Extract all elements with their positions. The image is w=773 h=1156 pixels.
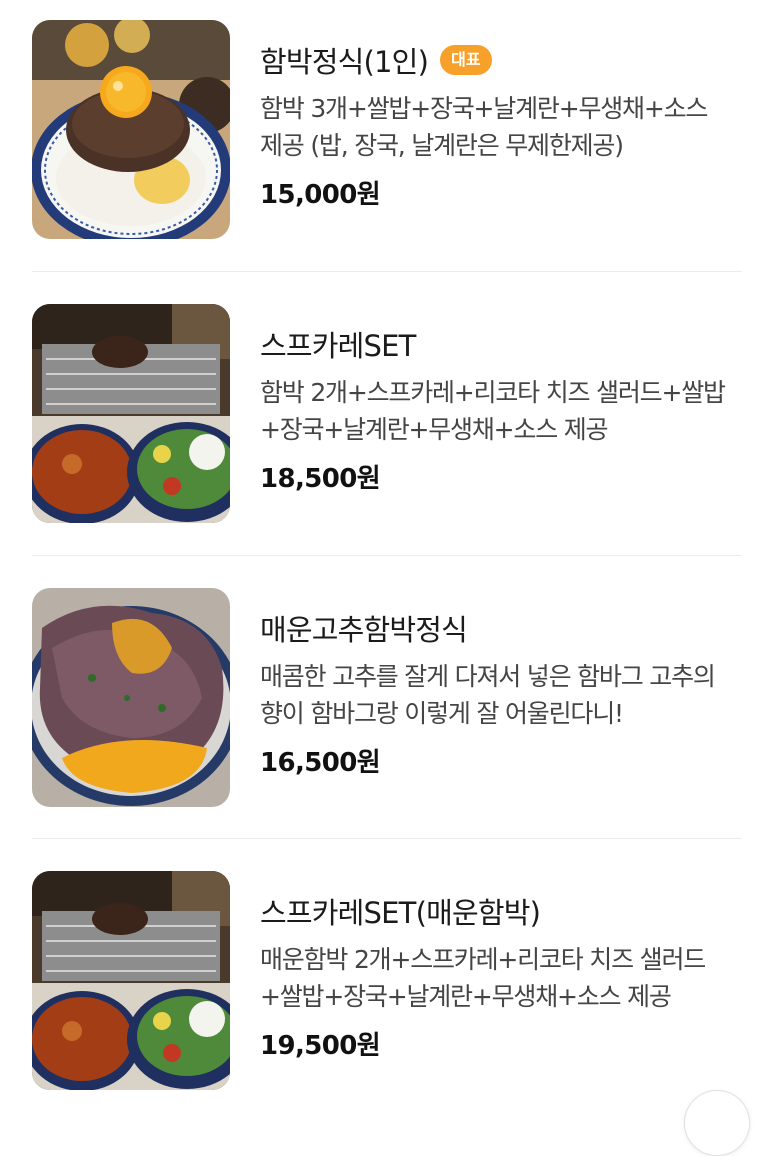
menu-item-name: 매운고추함박정식 — [260, 613, 468, 647]
menu-item-price: 15,000원 — [260, 180, 381, 210]
menu-item-name: 스프카레SET — [260, 329, 416, 363]
menu-item-name: 함박정식(1인) — [260, 45, 429, 79]
menu-item-name: 스프카레SET(매운함박) — [260, 896, 541, 930]
menu-item-photo[interactable] — [32, 871, 230, 1090]
menu-item-description: 매콤한 고추를 잘게 다져서 넣은 함바그 고추의 향이 함바그랑 이렇게 잘 … — [260, 662, 716, 728]
menu-item-soup-curry-set-spicy[interactable]: 스프카레SET(매운함박) 매운함박 2개+스프카레+리코타 치즈 샐러드+쌀밥… — [32, 871, 742, 1091]
menu-item-hamburg-set[interactable]: 함박정식(1인) 대표 함박 3개+쌀밥+장국+날계란+무생채+소스 제공 (밥… — [32, 20, 742, 240]
menu-item-soup-curry-set[interactable]: 스프카레SET 함박 2개+스프카레+리코타 치즈 샐러드+쌀밥+장국+날계란+… — [32, 304, 742, 524]
divider — [32, 838, 742, 839]
menu-item-spicy-pepper-hamburg[interactable]: 매운고추함박정식 매콤한 고추를 잘게 다져서 넣은 함바그 고추의 향이 함바… — [32, 588, 742, 808]
menu-item-photo[interactable] — [32, 20, 230, 239]
signature-badge: 대표 — [440, 45, 492, 75]
menu-item-photo[interactable] — [32, 304, 230, 523]
menu-item-description: 함박 3개+쌀밥+장국+날계란+무생채+소스 제공 (밥, 장국, 날계란은 무… — [260, 94, 708, 160]
menu-item-description: 함박 2개+스프카레+리코타 치즈 샐러드+쌀밥+장국+날계란+무생채+소스 제… — [260, 378, 726, 444]
divider — [32, 555, 742, 556]
scroll-to-top-button[interactable] — [684, 1090, 750, 1156]
menu-item-description: 매운함박 2개+스프카레+리코타 치즈 샐러드+쌀밥+장국+날계란+무생채+소스… — [260, 945, 706, 1011]
menu-item-price: 19,500원 — [260, 1031, 381, 1061]
menu-item-photo[interactable] — [32, 588, 230, 807]
divider — [32, 271, 742, 272]
menu-item-price: 18,500원 — [260, 464, 381, 494]
menu-item-price: 16,500원 — [260, 748, 381, 778]
